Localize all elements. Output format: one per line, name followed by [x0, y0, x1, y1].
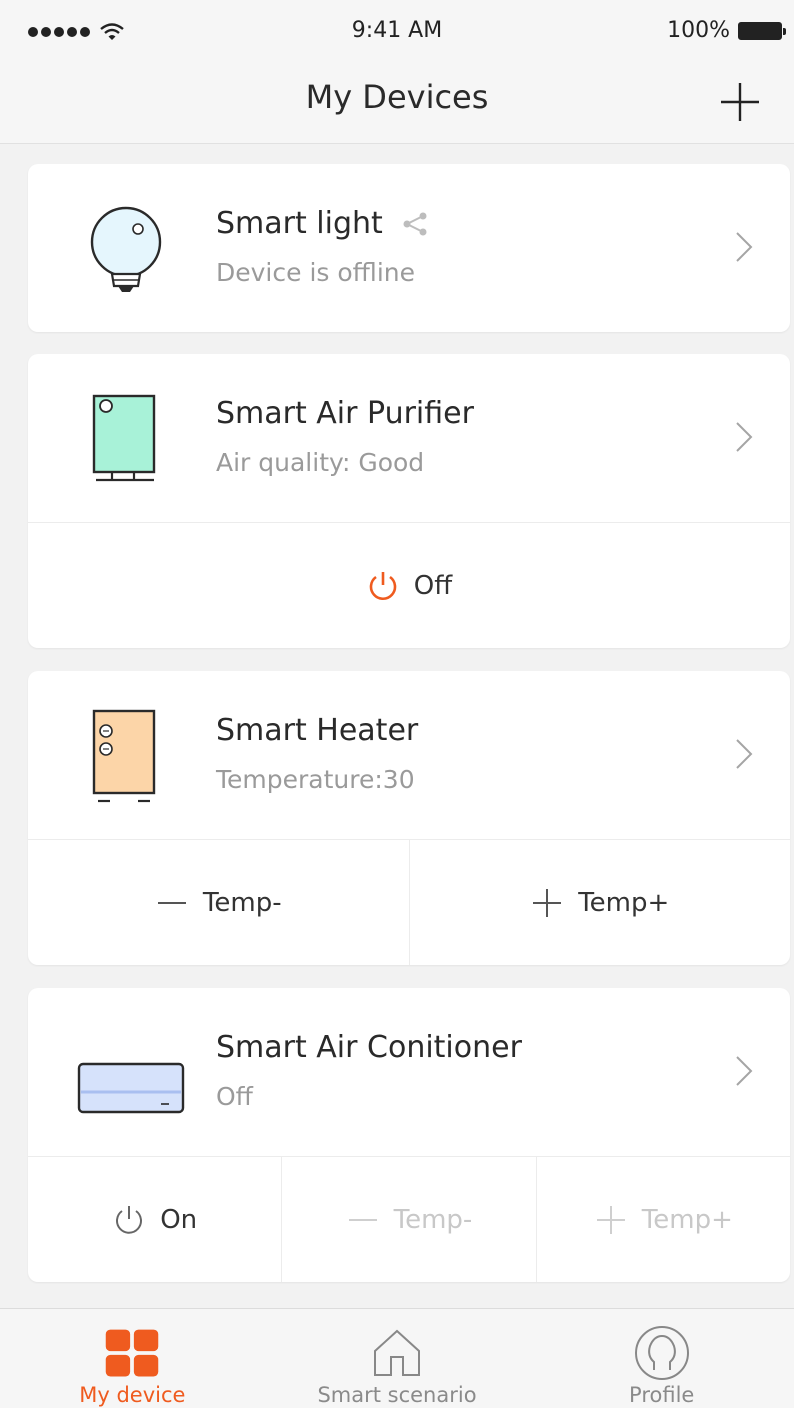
battery-indicator: 100% — [667, 18, 786, 43]
tab-profile[interactable]: Profile — [529, 1309, 794, 1408]
device-row-smart-light[interactable]: Smart light Device is offline — [28, 164, 790, 332]
add-device-button[interactable] — [716, 78, 764, 126]
page-title: My Devices — [305, 78, 489, 116]
battery-percent: 100% — [667, 18, 730, 43]
power-icon — [369, 571, 397, 600]
device-card-air-purifier: Smart Air Purifier Air quality: Good Off — [28, 354, 790, 648]
home-icon — [374, 1329, 420, 1376]
temp-up-button[interactable]: Temp+ — [408, 840, 791, 965]
power-on-button[interactable]: On — [28, 1157, 281, 1282]
device-card-air-conditioner: Smart Air Conitioner Off On Temp- Temp+ — [28, 988, 790, 1282]
device-actions: On Temp- Temp+ — [28, 1156, 790, 1282]
plus-icon — [533, 888, 562, 917]
power-off-button[interactable]: Off — [28, 523, 790, 648]
temp-down-button[interactable]: Temp- — [28, 840, 409, 965]
device-name: Smart Air Conitioner — [216, 1030, 522, 1065]
minus-icon — [348, 1218, 377, 1221]
device-actions: Temp- Temp+ — [28, 839, 790, 965]
device-name-text: Smart light — [216, 206, 383, 241]
tab-bar: My device Smart scenario Profile — [0, 1308, 794, 1408]
plus-icon — [596, 1205, 625, 1234]
nav-header: My Devices — [0, 64, 794, 144]
device-card-heater: Smart Heater Temperature:30 Temp- Temp+ — [28, 671, 790, 965]
device-status: Device is offline — [216, 258, 415, 287]
device-name: Smart Air Purifier — [216, 396, 474, 431]
device-row-heater[interactable]: Smart Heater Temperature:30 — [28, 671, 790, 839]
light-bulb-icon — [90, 206, 162, 292]
power-icon — [116, 1205, 143, 1234]
device-name: Smart Heater — [216, 713, 419, 748]
tab-label: Smart scenario — [317, 1383, 477, 1407]
device-row-air-purifier[interactable]: Smart Air Purifier Air quality: Good — [28, 354, 790, 522]
device-status: Temperature:30 — [216, 765, 415, 794]
air-conditioner-icon — [77, 1062, 185, 1114]
device-name: Smart light — [216, 206, 429, 241]
chevron-right-icon — [736, 422, 753, 452]
chevron-right-icon — [736, 232, 753, 262]
action-label: Temp+ — [578, 887, 670, 918]
temp-up-button[interactable]: Temp+ — [535, 1157, 790, 1282]
battery-icon — [738, 21, 786, 40]
temp-down-button[interactable]: Temp- — [281, 1157, 535, 1282]
device-status: Off — [216, 1082, 253, 1111]
tab-label: Profile — [629, 1383, 695, 1407]
tab-smart-scenario[interactable]: Smart scenario — [265, 1309, 530, 1408]
tab-label: My device — [79, 1383, 186, 1407]
action-label: Off — [413, 570, 453, 601]
device-row-air-conditioner[interactable]: Smart Air Conitioner Off — [28, 988, 790, 1156]
chevron-right-icon — [736, 1056, 753, 1086]
tab-my-device[interactable]: My device — [0, 1309, 265, 1408]
action-label: Temp+ — [641, 1204, 733, 1235]
profile-icon — [634, 1326, 689, 1380]
action-label: Temp- — [202, 887, 282, 918]
share-icon[interactable] — [401, 211, 429, 237]
air-purifier-icon — [92, 394, 156, 482]
heater-icon — [92, 709, 156, 803]
plus-icon — [721, 83, 759, 121]
device-status: Air quality: Good — [216, 448, 425, 477]
app-screen: 9:41 AM 100% My Devices Smart light Devi… — [0, 0, 794, 1408]
grid-icon — [106, 1329, 159, 1377]
chevron-right-icon — [736, 739, 753, 769]
action-label: On — [160, 1204, 198, 1235]
action-label: Temp- — [393, 1204, 473, 1235]
device-actions: Off — [28, 522, 790, 648]
minus-icon — [157, 901, 186, 904]
status-bar: 9:41 AM 100% — [0, 0, 794, 64]
device-card-smart-light: Smart light Device is offline — [28, 164, 790, 332]
